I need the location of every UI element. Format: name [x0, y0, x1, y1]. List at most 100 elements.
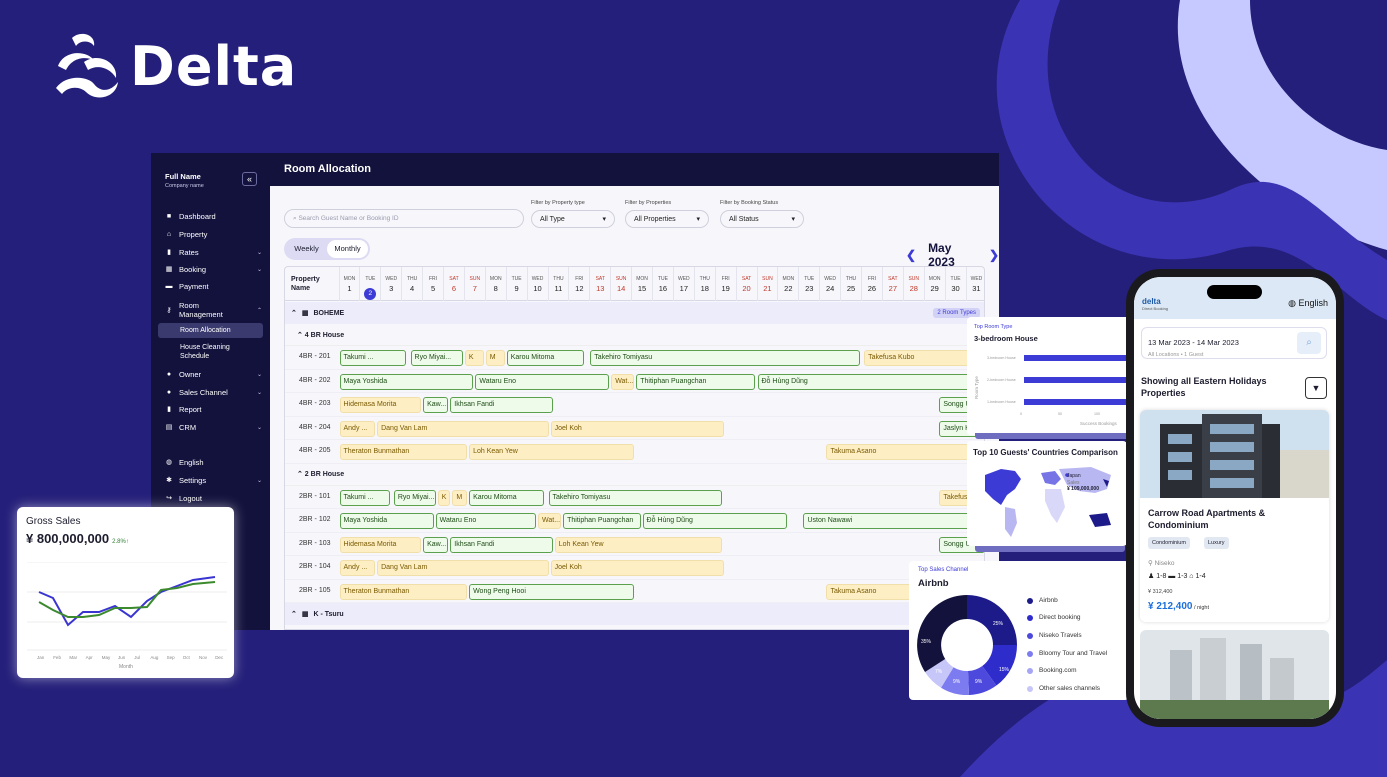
chevron-up-icon[interactable]: ⌃	[291, 610, 297, 618]
sidebar-item-booking[interactable]: ▦ Booking ⌄	[165, 262, 262, 276]
booking-bar[interactable]: Kaw...	[423, 536, 449, 553]
booking-bar[interactable]: K	[437, 489, 451, 506]
property-type-select[interactable]: All Type ▾	[531, 210, 615, 228]
sidebar-item-language[interactable]: ◍ English	[165, 455, 262, 469]
select-value: All Status	[729, 215, 759, 223]
sidebar-item-dashboard[interactable]: ■ Dashboard	[165, 209, 262, 223]
properties-select[interactable]: All Properties ▾	[625, 210, 709, 228]
booking-bar[interactable]: Karou Mitoma	[506, 350, 585, 366]
day-name: FRI	[867, 276, 876, 282]
user-block: Full Name Company name	[165, 172, 204, 189]
select-value: All Type	[540, 215, 565, 223]
property-card-2[interactable]	[1140, 630, 1329, 719]
booking-bar[interactable]: Ikhsan Fandi	[450, 397, 553, 413]
sidebar-item-settings[interactable]: ✱ Settings ⌄	[165, 473, 262, 487]
gross-sales-card: Gross Sales ¥ 800,000,000 2.8%↑ Jan Feb Mar…	[17, 507, 234, 678]
booking-bar[interactable]: Ryo Miyai...	[393, 489, 436, 506]
booking-bar[interactable]: Wataru Eno	[435, 513, 537, 529]
sidebar-item-rates[interactable]: ▮ Rates ⌄	[165, 245, 262, 259]
sidebar-item-label: Property	[179, 229, 208, 239]
booking-bar[interactable]: Kaw...	[423, 397, 449, 413]
search-input[interactable]: ⌕ Search Guest Name or Booking ID	[284, 209, 524, 228]
pct-other: 35%	[921, 639, 932, 645]
booking-bar[interactable]: Takumi ...	[339, 350, 407, 366]
sidebar-item-report[interactable]: ▮ Report	[165, 402, 262, 416]
monthly-tab[interactable]: Monthly	[327, 240, 368, 258]
booking-bar[interactable]: Takuma Asano	[826, 444, 984, 460]
prev-month-button[interactable]: ❮	[906, 248, 916, 262]
booking-bar[interactable]: Andy ...	[339, 560, 376, 576]
day-name: WED	[678, 276, 690, 282]
booking-bar[interactable]: Đỗ Hùng Dũng	[642, 513, 787, 529]
booking-bar[interactable]: K	[464, 350, 484, 366]
booking-bar[interactable]: Ikhsan Fandi	[450, 536, 553, 553]
language-selector[interactable]: ◍ English	[1288, 298, 1328, 309]
booking-bar[interactable]: Takumi ...	[339, 489, 390, 506]
next-month-button[interactable]: ❯	[989, 248, 999, 262]
booking-bar[interactable]: Thitiphan Puangchan	[636, 373, 756, 390]
day-number: 18	[700, 284, 709, 293]
property-card[interactable]: Carrow Road Apartments & Condominium Con…	[1140, 410, 1329, 622]
room-row: 4BR - 205 Theraton Bunmathan Loh Kean Yew T…	[285, 440, 984, 464]
sidebar-item-room-allocation[interactable]: Room Allocation	[158, 323, 263, 338]
booking-bar[interactable]: Wat...	[538, 513, 562, 529]
property-stats: ♟ 1-8 ▬ 1-3 ⌂ 1-4	[1148, 572, 1206, 580]
sidebar-item-sales-channel[interactable]: ● Sales Channel ⌄	[165, 385, 262, 399]
booking-bar[interactable]: Wat...	[611, 373, 635, 390]
sidebar-item-logout[interactable]: ↪ Logout	[165, 491, 262, 505]
search-button[interactable]: ⌕	[1297, 332, 1321, 354]
booking-bar[interactable]: Theraton Bunmathan	[339, 583, 468, 600]
booking-bar[interactable]: Wataru Eno	[475, 373, 610, 390]
booking-bar[interactable]: Dang Van Lam	[377, 560, 549, 576]
booking-bar[interactable]: Đỗ Hùng Dũng	[757, 373, 984, 390]
room-type-row[interactable]: ⌃ 4 BR House	[285, 324, 984, 346]
booking-bar[interactable]: Loh Kean Yew	[469, 444, 635, 460]
sidebar-item-house-cleaning[interactable]: House Cleaning Schedule	[180, 342, 262, 362]
booking-bar[interactable]: Uston Nawawi	[803, 513, 984, 529]
month-tick: Feb	[53, 655, 61, 660]
booking-bar[interactable]: Loh Kean Yew	[554, 536, 723, 553]
booking-bar[interactable]: M	[452, 489, 468, 506]
view-toggle: Weekly Monthly	[284, 238, 370, 260]
booking-bar[interactable]: Maya Yoshida	[339, 373, 474, 390]
day-header: THU 4	[401, 267, 422, 301]
sidebar-item-payment[interactable]: ▬ Payment	[165, 279, 262, 293]
room-type-row[interactable]: ⌃ 2 BR House	[285, 464, 984, 486]
collapse-sidebar-button[interactable]: «	[242, 172, 257, 186]
booking-bar[interactable]: Theraton Bunmathan	[339, 444, 468, 460]
booking-bar[interactable]: Hidemasa Morita	[339, 397, 422, 413]
country-tooltip: Japan Sales ¥ 109,000,000	[1067, 473, 1099, 493]
booking-bar[interactable]: Karou Mitoma	[469, 489, 545, 506]
booking-bar[interactable]: Dang Van Lam	[377, 420, 549, 437]
world-map	[985, 467, 1111, 537]
day-number: 12	[575, 284, 584, 293]
booking-bar[interactable]: Maya Yoshida	[339, 513, 434, 529]
day-number: 13	[596, 284, 605, 293]
property-group-row[interactable]: ⌃ ▦ BOHEME 2 Room Types	[285, 302, 984, 324]
sidebar-item-owner[interactable]: ● Owner ⌄	[165, 367, 262, 381]
weekly-tab[interactable]: Weekly	[286, 240, 327, 258]
sidebar-item-crm[interactable]: ▤ CRM ⌄	[165, 420, 262, 434]
booking-status-select[interactable]: All Status ▾	[720, 210, 804, 228]
pct-booking: 7%	[935, 669, 943, 675]
booking-bar[interactable]: Joel Koh	[550, 560, 725, 576]
user-company: Company name	[165, 183, 204, 189]
channel-title: Airbnb	[918, 578, 949, 589]
day-header: WED 17	[672, 267, 694, 301]
booking-bar[interactable]: Joel Koh	[550, 420, 725, 437]
booking-bar[interactable]: Ryo Miyai...	[410, 350, 463, 366]
chevron-up-icon[interactable]: ⌃	[291, 309, 297, 317]
booking-bar[interactable]: Takehiro Tomiyasu	[590, 350, 860, 366]
booking-bar[interactable]: Thitiphan Puangchan	[563, 513, 641, 529]
sidebar-item-room-management[interactable]: ⚷ Room Management ⌃	[165, 299, 262, 321]
booking-bar[interactable]: Takehiro Tomiyasu	[548, 489, 723, 506]
filter-button[interactable]: ▼	[1305, 377, 1327, 399]
booking-bar[interactable]: Andy ...	[339, 420, 376, 437]
day-name: TUE	[657, 276, 668, 282]
sidebar-item-property[interactable]: ⌂ Property	[165, 227, 262, 241]
crm-icon: ▤	[165, 424, 173, 431]
booking-bar[interactable]: M	[485, 350, 505, 366]
booking-bar[interactable]: Hidemasa Morita	[339, 536, 422, 553]
property-group-row[interactable]: ⌃ ▦ K - Tsuru	[285, 603, 984, 625]
booking-bar[interactable]: Wong Peng Hooi	[469, 583, 635, 600]
